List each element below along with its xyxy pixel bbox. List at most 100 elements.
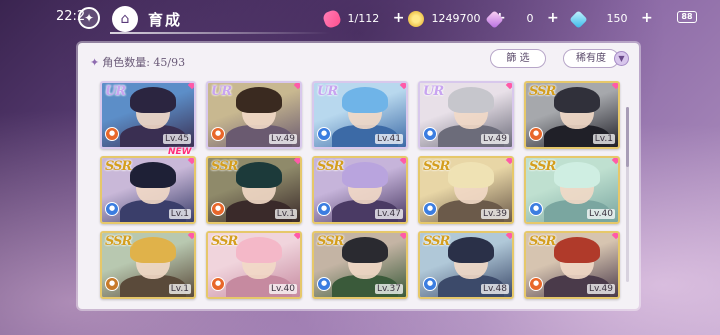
character-card[interactable]: SSR ● Lv.39 — [418, 156, 514, 224]
candy-plus-button[interactable]: + — [393, 10, 405, 26]
candy-icon — [321, 8, 343, 30]
level-label: Lv.41 — [375, 134, 403, 144]
character-card[interactable]: SSR ● Lv.1 — [524, 81, 620, 149]
portrait-hair — [448, 237, 494, 263]
sort-order-icon[interactable]: ▼ — [614, 51, 629, 66]
panel-header: ✦ 角色数量: 45/93 篩 选 稀有度 ▼ — [78, 43, 639, 73]
filter-button[interactable]: 篩 选 — [490, 49, 546, 68]
portrait-hair — [554, 162, 600, 188]
element-icon: ● — [105, 277, 119, 291]
coin-icon — [408, 11, 424, 27]
level-label: Lv.39 — [481, 209, 509, 219]
coin-count: 1249700 — [431, 12, 481, 25]
level-label: Lv.1 — [274, 209, 297, 219]
rarity-badge: UR — [211, 84, 232, 99]
blue-gem-resource: 150 + — [569, 9, 653, 29]
blue-gem-count: 150 — [606, 12, 628, 25]
rarity-badge: SSR — [105, 234, 132, 249]
rarity-badge: SSR — [317, 234, 344, 249]
character-card[interactable]: SSR ● Lv.40 — [524, 156, 620, 224]
portrait-hair — [130, 162, 176, 188]
rarity-badge: UR — [423, 84, 444, 99]
level-label: Lv.40 — [269, 284, 297, 294]
element-icon: ● — [317, 202, 331, 216]
element-icon: ● — [211, 202, 225, 216]
portrait-hair — [448, 162, 494, 188]
level-label: Lv.49 — [269, 134, 297, 144]
character-card[interactable]: SSR ● Lv.37 — [312, 231, 408, 299]
level-label: Lv.48 — [481, 284, 509, 294]
element-icon: ● — [423, 202, 437, 216]
rarity-badge: SSR — [423, 159, 450, 174]
portrait-hair — [342, 87, 388, 113]
level-label: Lv.1 — [168, 284, 191, 294]
level-label: Lv.45 — [163, 134, 191, 144]
level-label: Lv.47 — [375, 209, 403, 219]
pink-gem-plus-button[interactable]: + — [547, 10, 559, 26]
home-button[interactable]: ⌂ — [112, 6, 138, 32]
sparkle-menu-button[interactable]: ✦ — [78, 7, 100, 29]
pink-gem-count: 0 — [526, 12, 534, 25]
element-icon: ● — [423, 277, 437, 291]
character-card[interactable]: UR ● Lv.49 — [206, 81, 302, 149]
portrait-hair — [342, 237, 388, 263]
element-icon: ● — [211, 127, 225, 141]
character-card[interactable]: SSR ● Lv.1 — [100, 156, 196, 224]
candy-count: 1/112 — [347, 12, 380, 25]
character-card[interactable]: SSR ● Lv.48 — [418, 231, 514, 299]
portrait-hair — [448, 87, 494, 113]
element-icon: ● — [105, 127, 119, 141]
scrollbar[interactable] — [626, 107, 629, 282]
character-card[interactable]: SSR ● Lv.49 — [524, 231, 620, 299]
level-label: Lv.49 — [481, 134, 509, 144]
pink-gem-icon — [485, 9, 504, 29]
rarity-badge: UR — [317, 84, 338, 99]
element-icon: ● — [211, 277, 225, 291]
portrait-hair — [130, 237, 176, 263]
rarity-badge: SSR — [317, 159, 344, 174]
pink-gem-resource: 0 + — [485, 9, 559, 29]
element-icon: ● — [529, 202, 543, 216]
portrait-hair — [554, 87, 600, 113]
character-card[interactable]: UR ● Lv.45 — [100, 81, 196, 149]
character-count-text: 角色数量: 45/93 — [102, 56, 186, 69]
rarity-badge: SSR — [529, 159, 556, 174]
rarity-badge: UR — [105, 84, 126, 99]
scroll-thumb[interactable] — [626, 107, 629, 167]
element-icon: ● — [105, 202, 119, 216]
page-title: 育成 — [148, 11, 183, 29]
character-card[interactable]: SSR ● Lv.1 — [206, 156, 302, 224]
star-icon: ✦ — [90, 56, 100, 69]
blue-gem-plus-button[interactable]: + — [641, 10, 653, 26]
character-card[interactable]: UR ● Lv.41 — [312, 81, 408, 149]
rarity-badge: SSR — [423, 234, 450, 249]
portrait-hair — [554, 237, 600, 263]
element-icon: ● — [317, 127, 331, 141]
character-card[interactable]: SSR ● Lv.1 — [100, 231, 196, 299]
element-icon: ● — [423, 127, 437, 141]
new-badge: NEW — [168, 147, 192, 157]
portrait-hair — [236, 162, 282, 188]
portrait-hair — [342, 162, 388, 188]
element-icon: ● — [317, 277, 331, 291]
level-label: Lv.37 — [375, 284, 403, 294]
rarity-badge: SSR — [211, 234, 238, 249]
title-underline — [110, 32, 330, 34]
character-card[interactable]: SSR ● Lv.47 — [312, 156, 408, 224]
element-icon: ● — [529, 277, 543, 291]
level-label: Lv.1 — [592, 134, 615, 144]
character-card[interactable]: SSR ● Lv.40 — [206, 231, 302, 299]
rarity-sort-button[interactable]: 稀有度 — [563, 49, 619, 68]
level-label: Lv.49 — [587, 284, 615, 294]
character-count-label: ✦ 角色数量: 45/93 — [90, 54, 185, 70]
element-icon: ● — [529, 127, 543, 141]
rarity-badge: SSR — [529, 234, 556, 249]
character-card[interactable]: UR ● Lv.49 — [418, 81, 514, 149]
battery-indicator: 88 — [677, 11, 697, 23]
level-label: Lv.40 — [587, 209, 615, 219]
level-label: Lv.1 — [168, 209, 191, 219]
top-bar: 22:2 ✦ ⌂ 育成 1/112 + 1249700 + 0 + 150 + … — [0, 0, 720, 38]
character-panel: ✦ 角色数量: 45/93 篩 选 稀有度 ▼ UR ● Lv.45 UR ● Lv.49 U… — [78, 43, 639, 309]
rarity-badge: SSR — [105, 159, 132, 174]
rarity-badge: SSR — [529, 84, 556, 99]
